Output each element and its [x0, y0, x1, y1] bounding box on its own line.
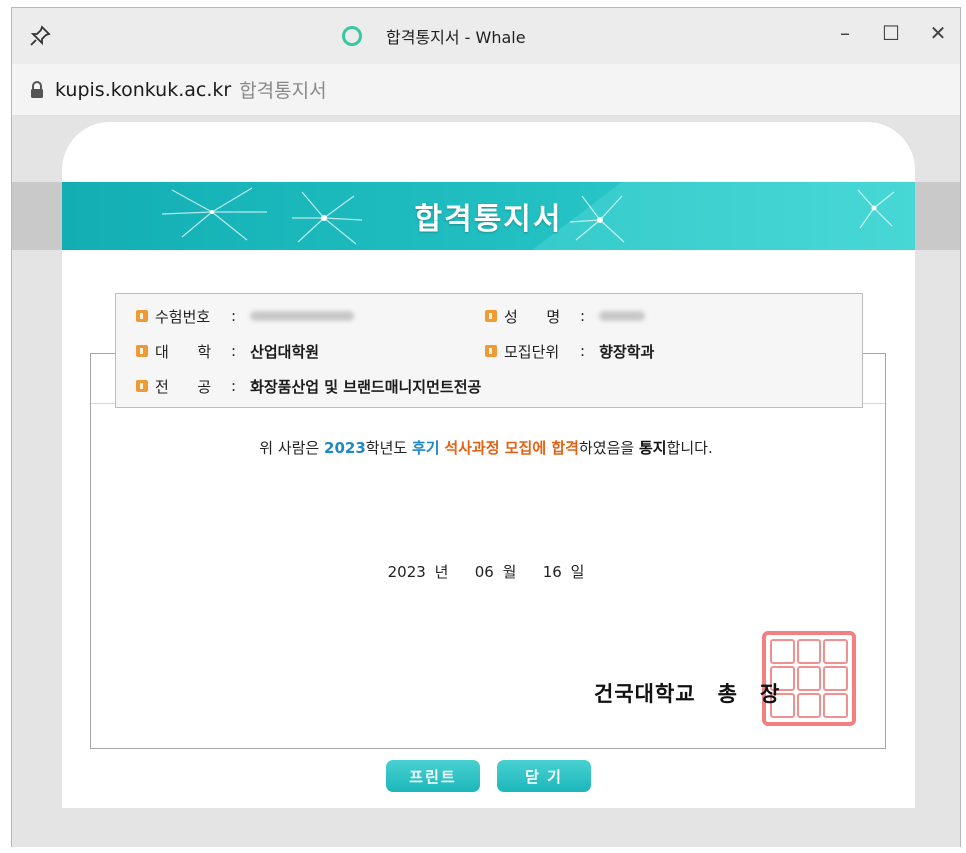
college-label: 대 학	[155, 342, 212, 361]
notice-text: 하였음을	[578, 439, 639, 457]
bullet-icon	[136, 310, 148, 322]
major-label: 전 공	[155, 377, 212, 396]
exam-no-colon: :	[231, 307, 237, 325]
signature-title-1: 총	[717, 682, 738, 706]
date-month-unit: 월	[502, 563, 517, 581]
window-title: 합격통지서 - Whale	[386, 28, 526, 47]
name-colon: :	[580, 307, 586, 325]
notice-notify: 통지	[638, 439, 667, 457]
notice-text: 합니다.	[666, 439, 713, 457]
college-colon: :	[231, 342, 237, 360]
address-bar[interactable]: kupis.konkuk.ac.kr 합격통지서	[12, 64, 960, 116]
close-window-button[interactable]: ✕	[923, 18, 953, 48]
unit-colon: :	[580, 342, 586, 360]
exam-no-label: 수험번호	[155, 307, 211, 326]
major-colon: :	[231, 377, 237, 395]
window-title-group: 합격통지서 - Whale	[342, 24, 526, 48]
notice-text: 위 사람은	[259, 439, 325, 457]
field-name: 성 명 :	[485, 305, 646, 327]
bullet-icon	[485, 345, 497, 357]
url-host[interactable]: kupis.konkuk.ac.kr	[55, 79, 231, 101]
minimize-button[interactable]: –	[830, 18, 860, 48]
url-page-title: 합격통지서	[239, 80, 327, 102]
bullet-icon	[136, 345, 148, 357]
field-college: 대 학 : 산업대학원	[136, 340, 319, 362]
pin-icon[interactable]	[28, 24, 52, 48]
bullet-icon	[136, 380, 148, 392]
exam-no-redacted	[250, 311, 355, 321]
major-value: 화장품산업 및 브랜드매니지먼트전공	[250, 377, 482, 396]
date-year-unit: 년	[434, 563, 449, 581]
unit-value: 향장학과	[599, 342, 655, 361]
signature-school: 건국대학교	[594, 682, 696, 706]
field-exam-no: 수험번호 :	[136, 305, 355, 327]
unit-label: 모집단위	[504, 342, 560, 361]
notice-text: 학년도	[365, 439, 412, 457]
whale-browser-icon	[342, 26, 362, 46]
lock-icon	[30, 80, 44, 99]
close-button[interactable]: 닫 기	[497, 760, 591, 792]
page-content: 합격통지서 수험번호 : 성 명 : 대 학: 산업대학원 모집단위: 향장…	[12, 116, 960, 847]
date-day-unit: 일	[570, 563, 585, 581]
browser-window: 합격통지서 - Whale – ☐ ✕ kupis.konkuk.ac.kr 합…	[11, 7, 961, 847]
name-label: 성 명	[504, 307, 561, 326]
banner: 합격통지서	[62, 182, 915, 250]
name-redacted	[599, 311, 646, 321]
notice-term: 후기	[411, 439, 440, 457]
date-month: 06	[474, 563, 494, 581]
acceptance-notice: 위 사람은 2023학년도 후기 석사과정 모집에 합격하였음을 통지합니다.	[12, 437, 960, 458]
date-day: 16	[542, 563, 562, 581]
college-value: 산업대학원	[250, 342, 320, 361]
issue-date: 2023 년 06 월 16 일	[12, 561, 960, 582]
notice-course: 석사과정 모집에 합격	[444, 439, 579, 457]
signature-title-2: 장	[759, 682, 781, 706]
page-title: 합격통지서	[414, 202, 563, 237]
signature: 건국대학교 총 장	[594, 678, 780, 708]
bullet-icon	[485, 310, 497, 322]
print-button[interactable]: 프린트	[386, 760, 480, 792]
maximize-button[interactable]: ☐	[876, 18, 906, 48]
applicant-info-box: 수험번호 : 성 명 : 대 학 : 산업대학원 모집단위: 향장학과 전 공…	[115, 293, 863, 408]
date-year: 2023	[387, 563, 426, 581]
field-major: 전 공 : 화장품산업 및 브랜드매니지먼트전공	[136, 375, 481, 397]
title-bar: 합격통지서 - Whale – ☐ ✕	[12, 8, 960, 64]
notice-year: 2023	[324, 439, 366, 457]
banner-strip: 합격통지서	[12, 182, 960, 250]
field-unit: 모집단위 : 향장학과	[485, 340, 654, 362]
